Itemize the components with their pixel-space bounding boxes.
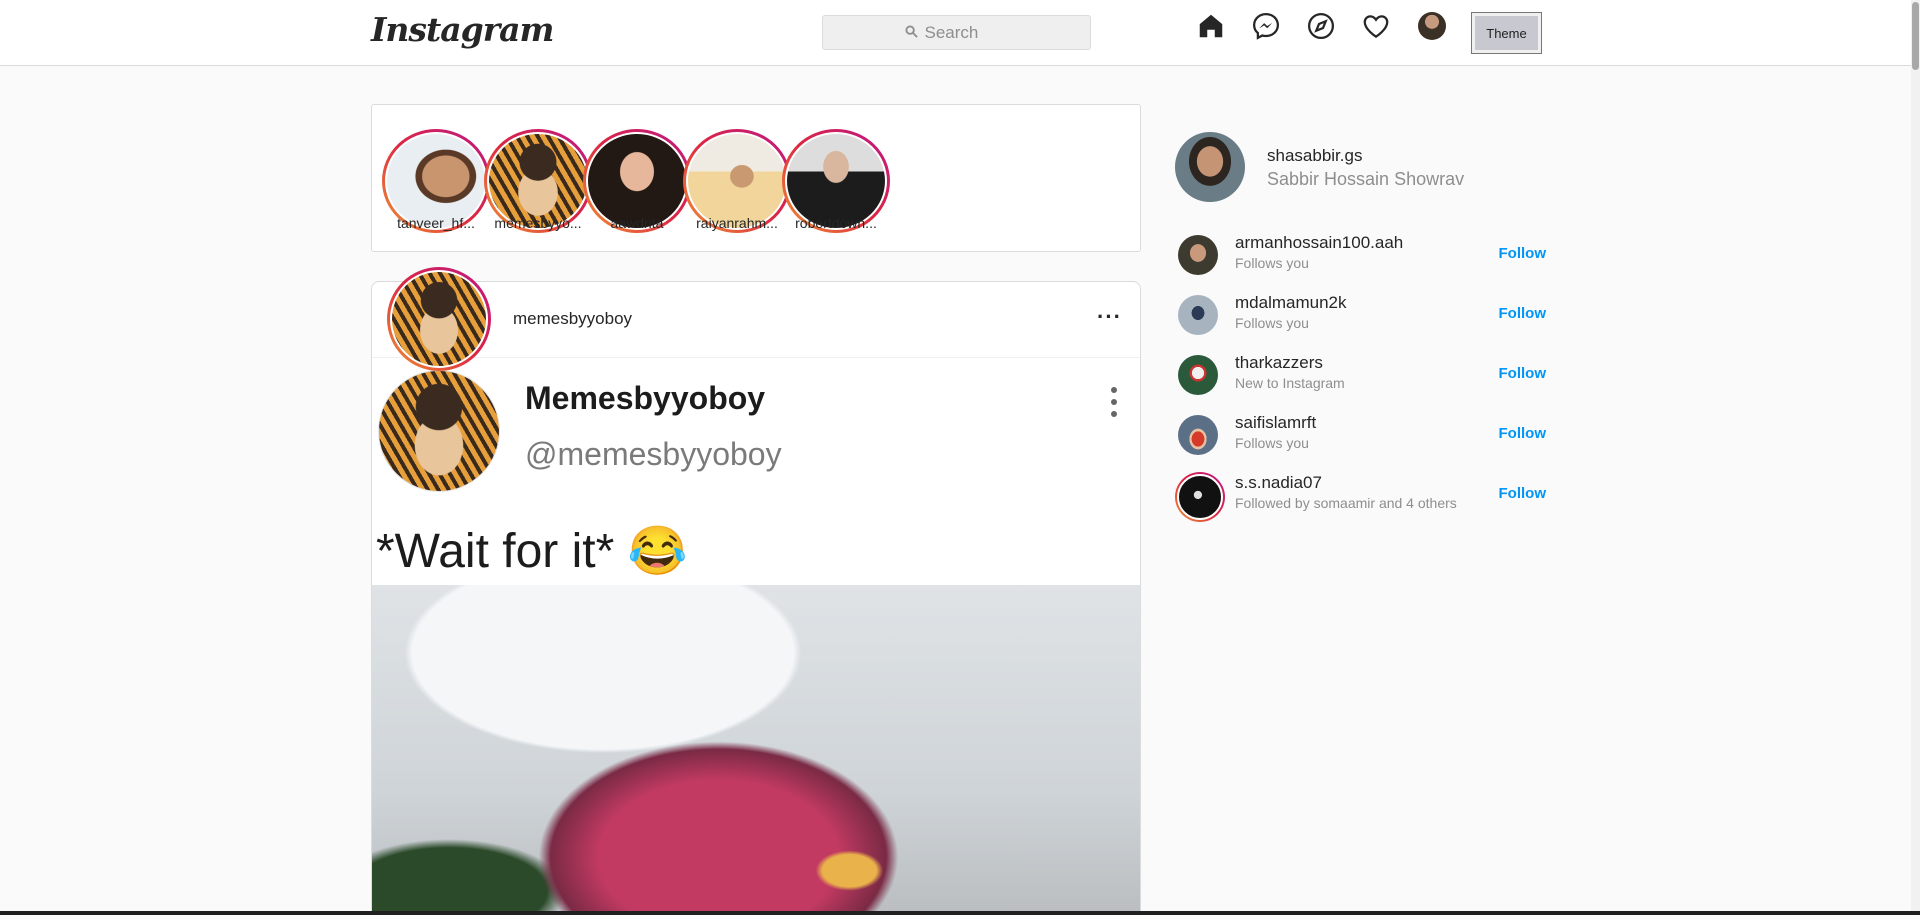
post-author-avatar[interactable] [387,267,491,371]
tweet-text: *Wait for it* 😂 [376,525,688,578]
suggestion-avatar-with-story[interactable] [1175,472,1225,522]
suggestion-subtitle: Follows you [1235,435,1309,451]
home-icon[interactable] [1195,10,1227,42]
post-username[interactable]: memesbyyoboy [513,309,632,329]
suggestion-avatar[interactable] [1178,415,1218,455]
tweet-display-name: Memesbyyoboy [525,380,766,416]
follow-button[interactable]: Follow [1499,425,1547,442]
more-options-icon[interactable]: ··· [1097,304,1122,330]
suggestion-avatar[interactable] [1178,295,1218,335]
suggestion-subtitle: Follows you [1235,315,1309,331]
suggestion-username[interactable]: s.s.nadia07 [1235,473,1322,493]
current-user-full-name: Sabbir Hossain Showrav [1267,169,1465,189]
follow-button[interactable]: Follow [1499,365,1547,382]
follow-button[interactable]: Follow [1499,305,1547,322]
theme-toggle-button[interactable]: Theme [1471,12,1542,54]
suggestion-subtitle: Follows you [1235,255,1309,271]
search-box[interactable] [822,15,1091,50]
story-item[interactable]: aawdrita [583,129,691,233]
story-item[interactable]: raiyanrahm... [683,129,791,233]
current-user-username[interactable]: shasabbir.gs [1267,146,1362,166]
suggestion-avatar[interactable] [1178,235,1218,275]
story-item[interactable]: memesbyyo... [484,129,592,233]
story-item[interactable]: robertdown... [782,129,890,233]
story-username: memesbyyo... [494,215,582,231]
story-username: aawdrita [610,215,664,231]
post-author-avatar-image [390,270,488,368]
tweet-menu-icon [1110,387,1118,421]
vertical-scrollbar[interactable] [1911,0,1920,915]
post-media-image[interactable] [372,585,1140,915]
suggestion-username[interactable]: mdalmamun2k [1235,293,1347,313]
stories-tray: tanveer_hf... memesbyyo... aawdrita raiy… [371,104,1141,252]
profile-avatar[interactable] [1418,12,1446,40]
follow-button[interactable]: Follow [1499,245,1547,262]
search-input[interactable] [924,22,1009,43]
theme-button-label: Theme [1475,16,1538,50]
messenger-icon[interactable] [1250,10,1282,42]
suggestion-subtitle: Followed by somaamir and 4 others [1235,495,1457,511]
suggestion-avatar[interactable] [1178,355,1218,395]
story-username: raiyanrahm... [696,215,778,231]
story-username: robertdown... [795,215,877,231]
search-icon [904,23,918,43]
heart-icon[interactable] [1360,10,1392,42]
suggestion-row: s.s.nadia07 Followed by somaamir and 4 o… [1175,472,1547,522]
top-navigation-bar: Instagram Theme [0,0,1920,66]
tweet-handle: @memesbyyoboy [525,436,782,472]
suggestion-subtitle: New to Instagram [1235,375,1345,391]
feed-post: memesbyyoboy ··· Memesbyyoboy @memesbyyo… [371,281,1141,915]
instagram-logo[interactable]: Instagram [371,10,554,49]
suggestion-username[interactable]: armanhossain100.aah [1235,233,1403,253]
suggestion-row: armanhossain100.aah Follows you Follow [1176,233,1546,277]
suggestion-avatar [1177,474,1223,520]
tweet-avatar [378,370,500,492]
current-user-avatar[interactable] [1175,132,1245,202]
story-item[interactable]: tanveer_hf... [382,129,490,233]
suggestion-row: mdalmamun2k Follows you Follow [1176,293,1546,337]
suggestion-username[interactable]: tharkazzers [1235,353,1323,373]
suggestion-row: tharkazzers New to Instagram Follow [1176,353,1546,397]
scrollbar-thumb[interactable] [1912,2,1919,70]
story-username: tanveer_hf... [397,215,475,231]
suggestion-row: saifislamrft Follows you Follow [1176,413,1546,457]
suggestion-username[interactable]: saifislamrft [1235,413,1316,433]
explore-icon[interactable] [1305,10,1337,42]
taskbar-edge [0,911,1920,915]
follow-button[interactable]: Follow [1499,485,1547,502]
